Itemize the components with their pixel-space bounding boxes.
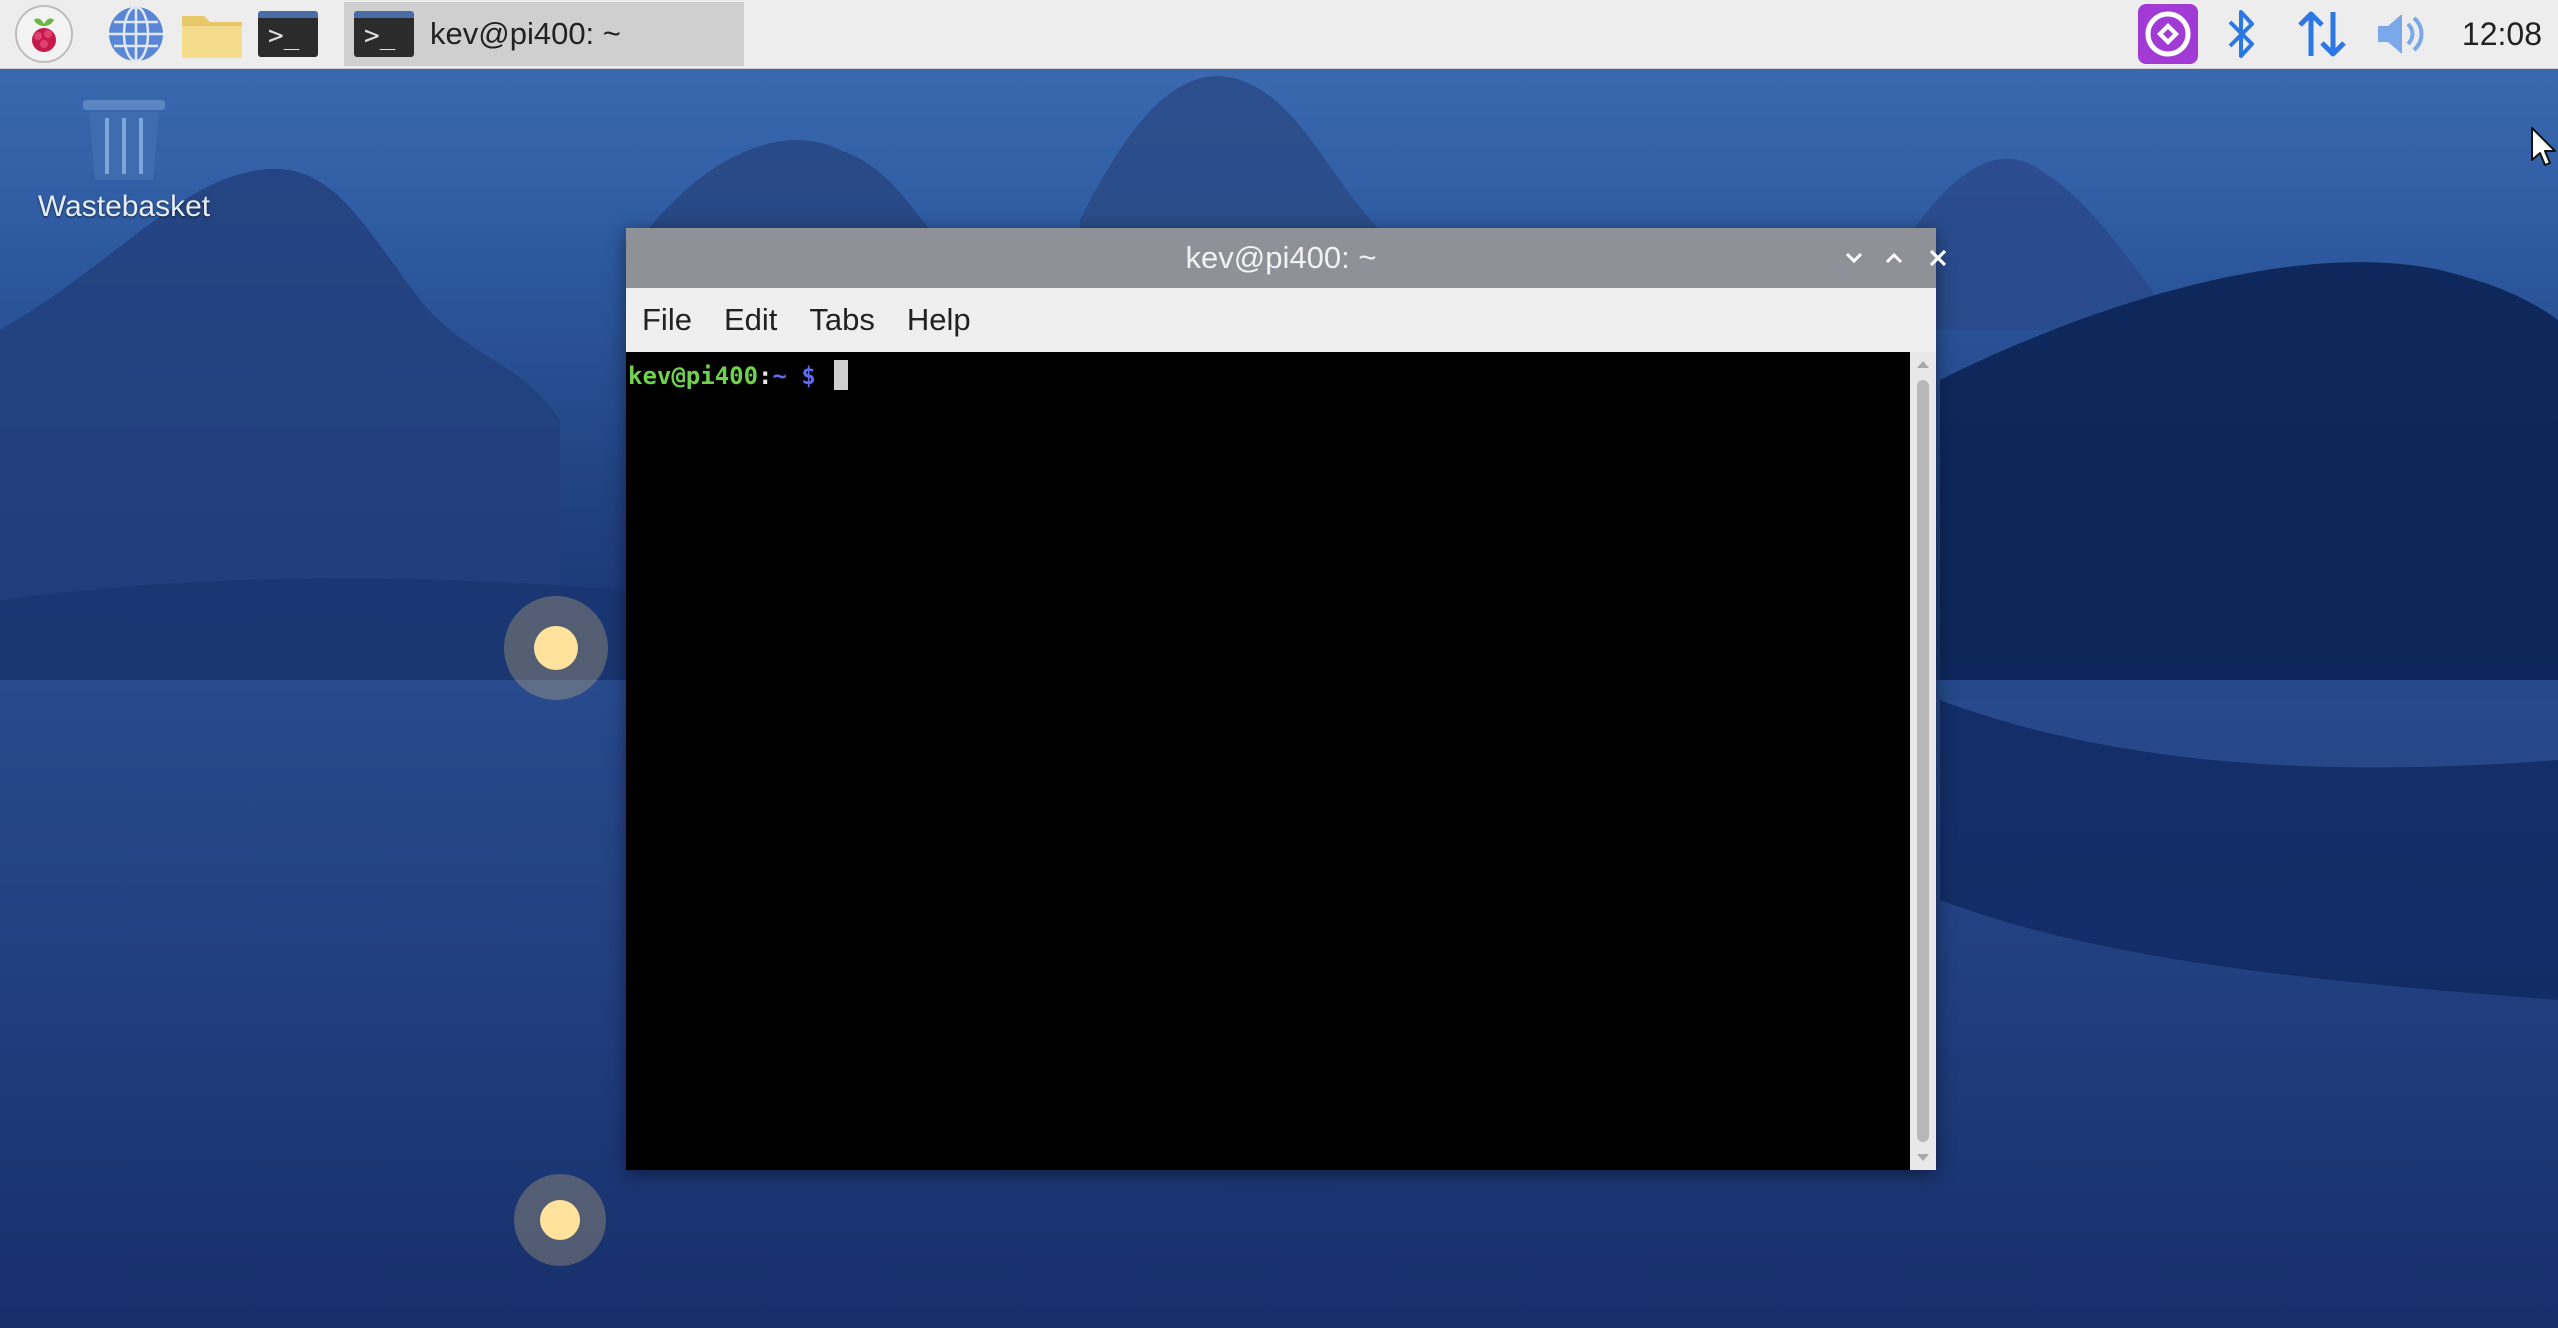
terminal-console[interactable]: kev@pi400:~ $ xyxy=(626,352,1910,1170)
window-titlebar[interactable]: kev@pi400: ~ xyxy=(626,228,1947,288)
vnc-tray-button[interactable] xyxy=(2134,0,2202,68)
close-button[interactable] xyxy=(1920,240,1956,276)
menu-button[interactable] xyxy=(12,4,76,64)
prompt-path: ~ xyxy=(772,362,787,390)
close-icon xyxy=(1929,249,1947,267)
minimize-button[interactable] xyxy=(1836,240,1872,276)
network-updown-icon xyxy=(2298,11,2346,57)
bluetooth-tray-button[interactable] xyxy=(2210,0,2274,68)
folder-icon xyxy=(182,16,242,58)
chevron-up-icon xyxy=(1885,252,1903,264)
taskbar: >_ >_ kev@pi400: ~ 12:08 xyxy=(0,0,2558,69)
desktop-icon-label: Wastebasket xyxy=(37,190,211,223)
menu-help[interactable]: Help xyxy=(891,288,987,352)
shell-prompt: kev@pi400:~ $ xyxy=(628,360,849,390)
triangle-down-icon xyxy=(1917,1154,1929,1161)
web-browser-button[interactable] xyxy=(104,4,168,64)
terminal-icon: >_ xyxy=(258,11,318,57)
file-manager-button[interactable] xyxy=(180,4,244,64)
trash-icon xyxy=(83,100,165,180)
desktop-icon-wastebasket[interactable]: Wastebasket xyxy=(24,96,224,224)
prompt-user: kev@pi400 xyxy=(628,362,759,390)
scroll-up-button[interactable] xyxy=(1910,352,1936,376)
taskbar-window-label: kev@pi400: ~ xyxy=(430,16,621,51)
terminal-icon: >_ xyxy=(354,11,414,57)
taskbar-window-button[interactable]: >_ kev@pi400: ~ xyxy=(344,2,744,66)
terminal-window: kev@pi400: ~ File Edit Tabs Help kev@pi4… xyxy=(626,228,1947,1170)
menu-tabs[interactable]: Tabs xyxy=(793,288,890,352)
menu-edit[interactable]: Edit xyxy=(708,288,793,352)
volume-tray-button[interactable] xyxy=(2366,0,2438,68)
raspberry-icon xyxy=(15,5,73,63)
window-menubar: File Edit Tabs Help xyxy=(626,288,1936,352)
bluetooth-icon xyxy=(2228,10,2254,58)
chevron-down-icon xyxy=(1845,252,1863,264)
terminal-scrollbar[interactable] xyxy=(1910,352,1936,1170)
window-title: kev@pi400: ~ xyxy=(1185,240,1377,275)
scroll-down-button[interactable] xyxy=(1910,1146,1936,1170)
prompt-separator: : xyxy=(758,362,773,390)
menu-file[interactable]: File xyxy=(626,288,708,352)
clock[interactable]: 12:08 xyxy=(2462,0,2542,68)
speaker-icon xyxy=(2378,14,2424,54)
globe-icon xyxy=(109,5,163,63)
scroll-thumb[interactable] xyxy=(1917,380,1929,1142)
maximize-button[interactable] xyxy=(1876,240,1912,276)
prompt-symbol: $ xyxy=(786,362,831,390)
vnc-icon xyxy=(2138,4,2198,64)
network-tray-button[interactable] xyxy=(2288,0,2356,68)
terminal-launcher-button[interactable]: >_ xyxy=(256,4,320,64)
text-cursor xyxy=(834,360,849,390)
triangle-up-icon xyxy=(1917,361,1929,368)
mouse-pointer-icon xyxy=(2531,127,2556,166)
